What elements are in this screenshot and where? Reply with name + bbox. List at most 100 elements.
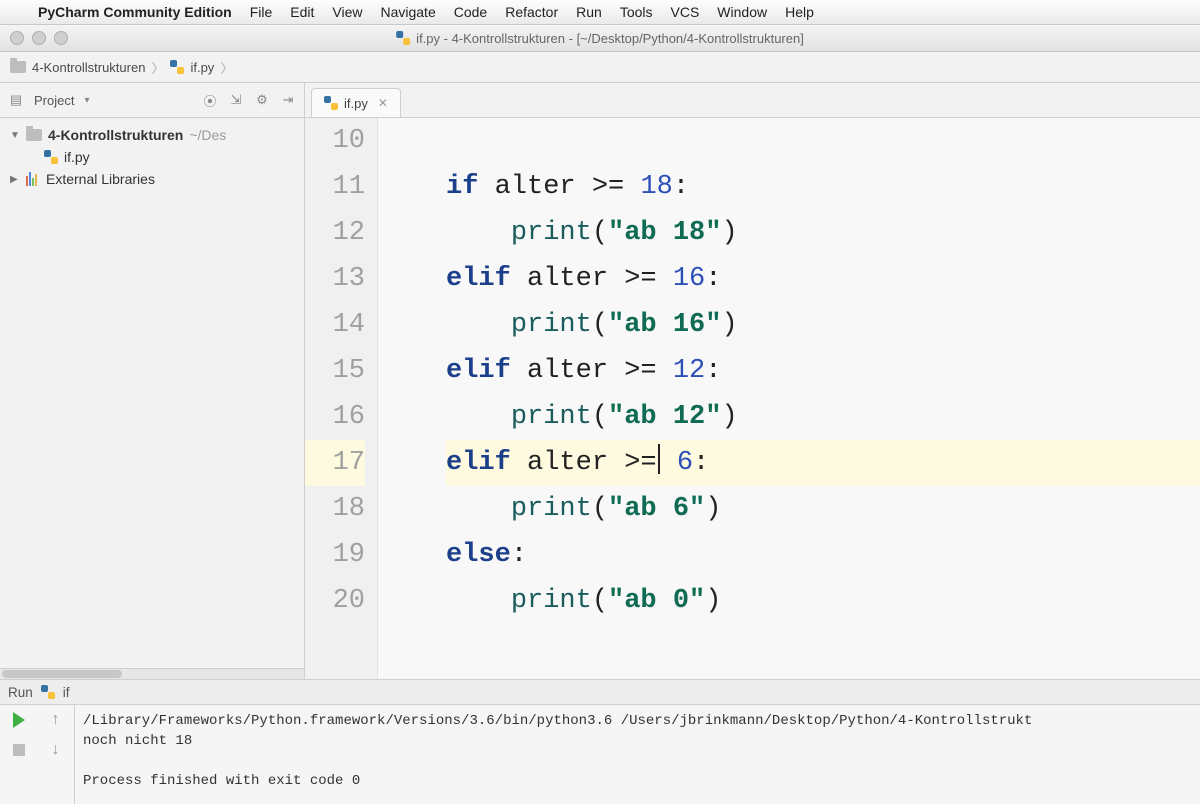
breadcrumb: 4-Kontrollstrukturen 〉 if.py 〉 [0,52,1200,83]
token-op: >= [624,448,656,478]
code-line[interactable]: elif alter >= 6: [446,440,1200,486]
collapse-all-icon[interactable]: ⇲ [228,92,244,108]
tree-file[interactable]: if.py [4,146,300,168]
menu-tools[interactable]: Tools [620,4,653,20]
chevron-down-icon[interactable]: ▼ [10,130,20,141]
chevron-right-icon[interactable]: ▶ [10,174,20,185]
token-str: "ab 6" [608,494,705,524]
menu-vcs[interactable]: VCS [671,4,700,20]
chevron-down-icon[interactable]: ▾ [84,95,89,106]
menu-file[interactable]: File [250,4,273,20]
token-str: "ab 16" [608,310,721,340]
python-file-icon [324,96,338,110]
line-number: 10 [305,118,365,164]
token-sp [608,264,624,294]
editor-gutter: 1011121314151617181920 [305,118,378,679]
menu-edit[interactable]: Edit [290,4,314,20]
run-tool-window: Run if ↑ ↓ /Library/Frameworks/Python.fr… [0,679,1200,804]
project-horizontal-scrollbar[interactable] [0,668,304,679]
line-number: 15 [305,348,365,394]
app-name[interactable]: PyCharm Community Edition [38,4,232,20]
line-number: 17 [305,440,365,486]
run-config-name[interactable]: if [63,685,70,700]
token-kw: if [446,172,478,202]
code-line[interactable] [446,118,1200,164]
project-tree: ▼ 4-Kontrollstrukturen ~/Des if.py ▶ Ext… [0,118,304,668]
scroll-down-button[interactable]: ↓ [37,735,74,765]
code-line[interactable]: print("ab 6") [446,486,1200,532]
editor-content[interactable]: if alter >= 18: print("ab 18")elif alter… [378,118,1200,679]
code-line[interactable]: elif alter >= 12: [446,348,1200,394]
menu-help[interactable]: Help [785,4,814,20]
run-console-output[interactable]: /Library/Frameworks/Python.framework/Ver… [75,705,1200,804]
token-indent [446,586,511,616]
python-file-icon [170,60,184,74]
menu-code[interactable]: Code [454,4,487,20]
code-editor[interactable]: 1011121314151617181920 if alter >= 18: p… [305,118,1200,679]
code-line[interactable]: print("ab 12") [446,394,1200,440]
line-number: 19 [305,532,365,578]
tree-external-libraries[interactable]: ▶ External Libraries [4,168,300,190]
scrollbar-thumb[interactable] [2,670,122,678]
gear-icon[interactable]: ⚙ [254,92,270,108]
token-fn: print [511,494,592,524]
line-number: 14 [305,302,365,348]
token-kw: else [446,540,511,570]
close-tab-icon[interactable]: ✕ [378,96,388,110]
scroll-up-button[interactable]: ↑ [37,705,74,735]
code-line[interactable]: if alter >= 18: [446,164,1200,210]
hide-panel-icon[interactable]: ⇥ [280,92,296,108]
editor-tab[interactable]: if.py ✕ [311,88,401,117]
code-line[interactable]: print("ab 0") [446,578,1200,624]
menu-view[interactable]: View [332,4,362,20]
zoom-window-button[interactable] [54,31,68,45]
token-num: 6 [677,448,693,478]
token-op: ( [592,218,608,248]
token-sp [661,448,677,478]
project-view-icon[interactable]: ▤ [8,92,24,108]
token-op: >= [624,356,656,386]
tree-root[interactable]: ▼ 4-Kontrollstrukturen ~/Des [4,124,300,146]
window-title-text: if.py - 4-Kontrollstrukturen - [~/Deskto… [416,31,804,46]
token-op: >= [592,172,624,202]
project-panel-title[interactable]: Project [34,93,74,108]
token-op: ) [721,310,737,340]
token-sp [511,448,527,478]
token-sp [576,172,592,202]
code-line[interactable]: else: [446,532,1200,578]
token-op: : [693,448,709,478]
token-sp [657,264,673,294]
minimize-window-button[interactable] [32,31,46,45]
line-number: 20 [305,578,365,624]
close-window-button[interactable] [10,31,24,45]
window-title: if.py - 4-Kontrollstrukturen - [~/Deskto… [396,31,804,46]
token-indent [446,402,511,432]
code-line[interactable]: print("ab 16") [446,302,1200,348]
stop-button[interactable] [0,735,37,765]
menu-window[interactable]: Window [717,4,767,20]
target-icon[interactable]: ⦿ [202,92,218,108]
token-indent [446,494,511,524]
code-line[interactable]: print("ab 18") [446,210,1200,256]
tree-external-libraries-label: External Libraries [46,171,155,187]
breadcrumb-file[interactable]: if.py [190,60,214,75]
editor-area: if.py ✕ 1011121314151617181920 if alter … [305,83,1200,679]
arrow-down-icon: ↓ [52,741,60,759]
token-sp [608,448,624,478]
menu-run[interactable]: Run [576,4,602,20]
tree-root-label: 4-Kontrollstrukturen [48,127,183,143]
folder-icon [10,61,26,73]
token-op: ) [721,218,737,248]
rerun-button[interactable] [0,705,37,735]
breadcrumb-folder[interactable]: 4-Kontrollstrukturen [32,60,145,75]
python-file-icon [396,31,410,45]
run-panel-body: ↑ ↓ /Library/Frameworks/Python.framework… [0,705,1200,804]
token-fn: print [511,310,592,340]
menu-navigate[interactable]: Navigate [380,4,435,20]
token-str: "ab 12" [608,402,721,432]
code-line[interactable]: elif alter >= 16: [446,256,1200,302]
menu-refactor[interactable]: Refactor [505,4,558,20]
token-op: ( [592,310,608,340]
token-op: : [511,540,527,570]
token-op: : [673,172,689,202]
